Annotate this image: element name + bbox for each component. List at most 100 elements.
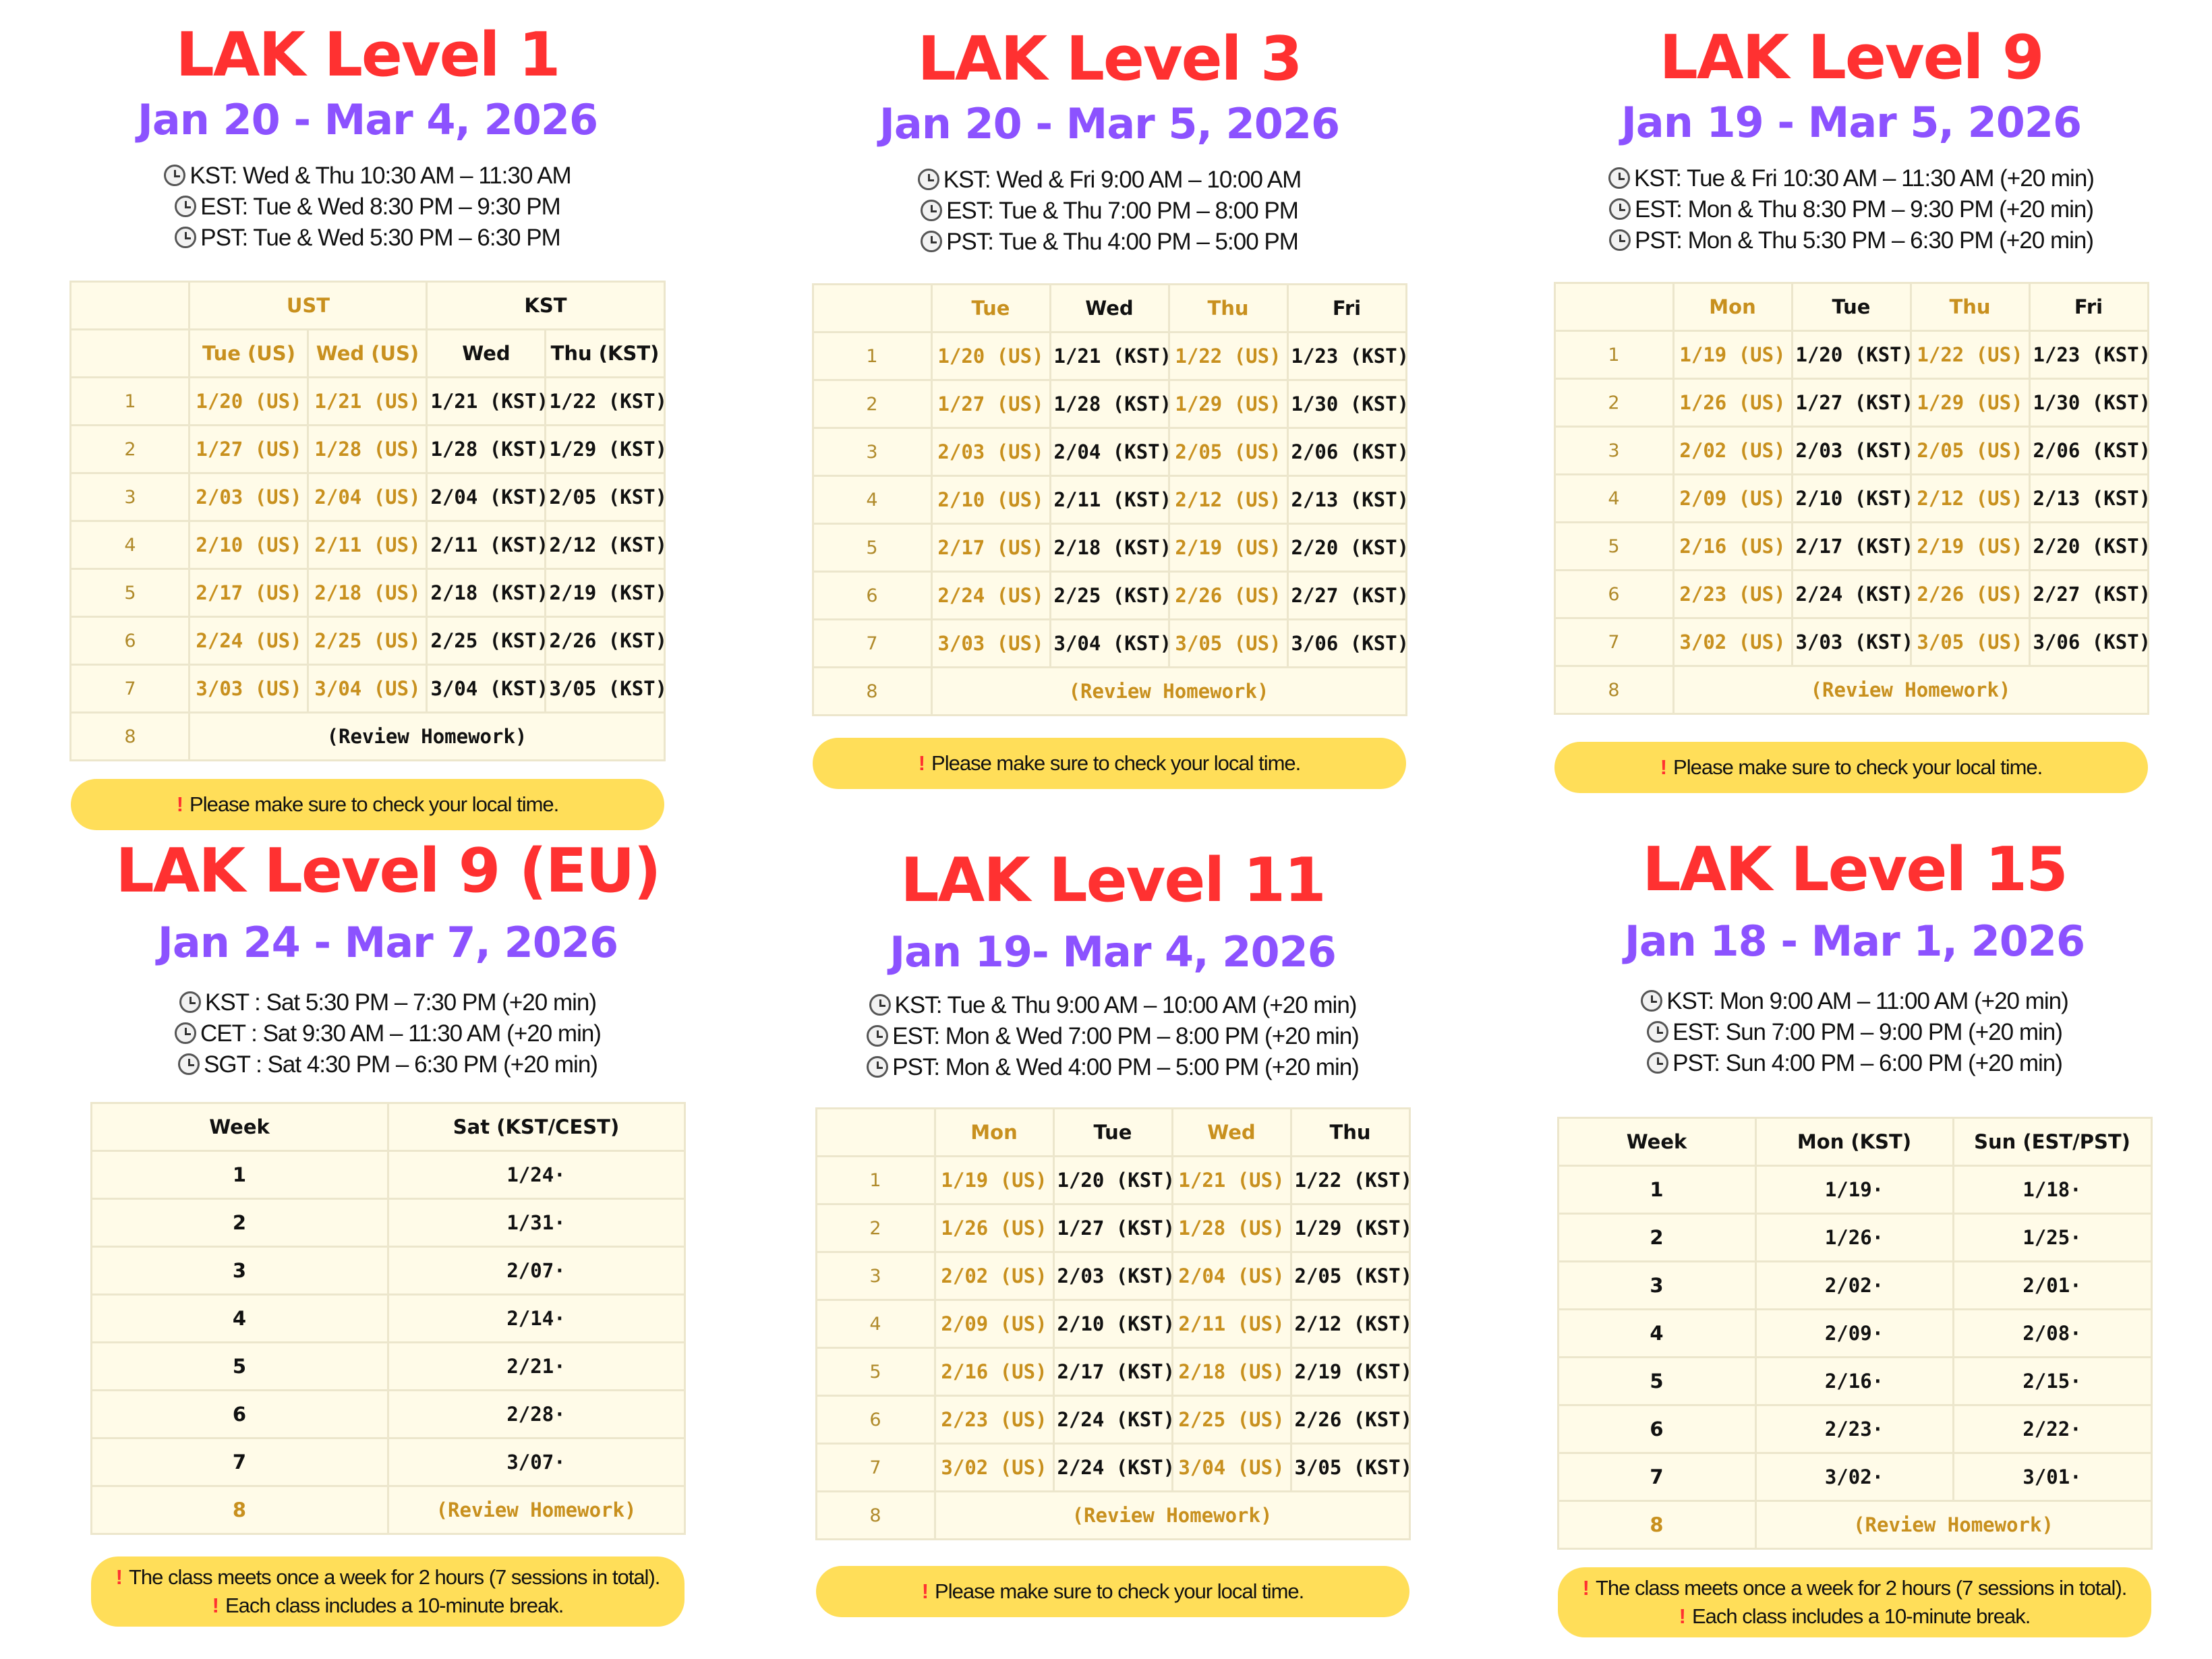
column-header: Sun (EST/PST) [1952, 1117, 2153, 1167]
date-cell: 1/20 (US) [930, 331, 1051, 381]
week-number: 4 [69, 520, 191, 570]
card-dates: Jan 19- Mar 4, 2026 [890, 927, 1337, 977]
exclamation-icon: ! [176, 792, 183, 816]
table-row: 3 2/02 (US) 2/03 (KST) 2/05 (US) 2/06 (KST) [1553, 426, 2151, 475]
column-header: Wed [426, 328, 547, 378]
date-cell: 3/02 (US) [1672, 617, 1793, 667]
clock-icon [179, 991, 201, 1013]
date-cell: 2/02 (US) [933, 1251, 1055, 1301]
date-cell: 2/18 (US) [1171, 1347, 1292, 1397]
date-cell: 1/27 (US) [930, 379, 1051, 429]
date-cell: 2/10 (KST) [1791, 473, 1913, 523]
card-title: LAK Level 3 [917, 24, 1303, 94]
date-cell: 1/23 (KST) [1286, 331, 1409, 381]
review-row: 8 (Review Homework) [69, 711, 666, 761]
schedule-card-level-9: LAK Level 9 Jan 19 - Mar 5, 2026 KST: Tu… [1484, 24, 2212, 793]
schedule-table: Mon Tue Wed Thu 1 1/19 (US) 1/20 (KST) 1/21… [815, 1107, 1412, 1540]
date-cell: 2/19 (KST) [544, 568, 667, 618]
week-number: 2 [1553, 378, 1675, 428]
week-number: 2 [1556, 1213, 1757, 1262]
table-row: 5 2/17 (US) 2/18 (KST) 2/19 (US) 2/20 (KST) [811, 523, 1409, 573]
date-cell: 1/22 (US) [1167, 331, 1289, 381]
date-cell: 1/29 (US) [1167, 379, 1289, 429]
date-cell: 1/20 (KST) [1791, 330, 1913, 380]
date-cell: 2/25 (US) [307, 616, 428, 666]
group-header-kst: KST [426, 281, 666, 330]
date-cell: 2/20 (KST) [1286, 523, 1409, 573]
date-cell: 2/08· [1952, 1308, 2153, 1358]
week-number: 5 [815, 1347, 936, 1397]
exclamation-icon: ! [1660, 755, 1667, 779]
date-cell: 2/09 (US) [933, 1299, 1055, 1349]
date-cell: 1/30 (KST) [2028, 378, 2151, 428]
table-row: 7 3/03 (US) 3/04 (US) 3/04 (KST) 3/05 (KST) [69, 664, 667, 714]
date-cell: 1/22 (KST) [1289, 1155, 1412, 1205]
date-cell: 3/05 (KST) [1289, 1443, 1412, 1492]
date-cell: 2/04 (KST) [1049, 427, 1171, 477]
clock-icon [1647, 1052, 1669, 1074]
date-cell: 2/12 (KST) [1289, 1299, 1412, 1349]
review-row: 8 (Review Homework) [90, 1485, 686, 1535]
card-dates: Jan 20 - Mar 4, 2026 [137, 95, 598, 144]
clock-icon [1608, 167, 1631, 189]
date-cell: 2/16 (US) [1672, 521, 1793, 571]
date-cell: 3/03 (KST) [1791, 617, 1913, 667]
table-corner [69, 328, 191, 378]
review-row: 8 (Review Homework) [1556, 1500, 2153, 1550]
date-cell: 2/02· [1754, 1260, 1954, 1310]
date-cell: 2/19 (US) [1167, 523, 1289, 573]
week-number: 1 [90, 1150, 389, 1200]
week-number: 4 [1556, 1308, 1757, 1358]
table-corner [811, 283, 933, 333]
column-header: Mon (KST) [1754, 1117, 1954, 1167]
column-header: Thu [1289, 1107, 1411, 1157]
week-number: 3 [1556, 1260, 1757, 1310]
table-row: 2 1/27 (US) 1/28 (US) 1/28 (KST) 1/29 (KST) [69, 424, 667, 474]
date-cell: 3/02 (US) [933, 1443, 1055, 1492]
column-header: Mon [933, 1107, 1055, 1157]
date-cell: 2/26 (KST) [544, 616, 667, 666]
date-cell: 2/04 (US) [307, 472, 428, 522]
date-cell: 2/11 (US) [307, 520, 428, 570]
column-header: Week [90, 1102, 389, 1152]
card-dates: Jan 18 - Mar 1, 2026 [1624, 916, 2085, 966]
date-cell: 2/21· [386, 1341, 686, 1391]
date-cell: 1/22 (KST) [544, 376, 667, 426]
schedule-table: UST KST Tue (US) Wed (US) Wed Thu (KST) … [69, 281, 667, 761]
week-number: 8 [69, 711, 191, 761]
clock-icon [1608, 229, 1631, 251]
card-title: LAK Level 9 [1659, 22, 2045, 93]
schedule-card-level-3: LAK Level 3 Jan 20 - Mar 5, 2026 KST: We… [742, 26, 1477, 789]
column-header: Thu [1167, 283, 1289, 333]
date-cell: 1/21 (US) [1171, 1155, 1292, 1205]
schedule-table: Week Mon (KST) Sun (EST/PST) 1 1/19· 1/18·… [1556, 1117, 2153, 1550]
date-cell: 3/05 (KST) [544, 664, 667, 714]
date-cell: 2/23 (US) [933, 1395, 1055, 1445]
column-header: Wed (US) [307, 328, 428, 378]
date-cell: 3/04 (US) [307, 664, 428, 714]
week-number: 2 [815, 1203, 936, 1253]
column-header: Tue (US) [188, 328, 310, 378]
table-row: 1 1/20 (US) 1/21 (US) 1/21 (KST) 1/22 (KST) [69, 376, 667, 426]
date-cell: 1/28 (KST) [1049, 379, 1171, 429]
exclamation-icon: ! [1679, 1604, 1686, 1628]
date-cell: 2/17 (KST) [1791, 521, 1913, 571]
review-homework-cell: (Review Homework) [933, 1490, 1411, 1540]
table-row: 4 2/09· 2/08· [1556, 1308, 2153, 1358]
time-line-cet: CET : Sat 9:30 AM – 11:30 AM (+20 min) [20, 1018, 755, 1049]
local-time-notice: ! Please make sure to check your local ti… [1554, 742, 2148, 793]
date-cell: 1/27 (US) [188, 424, 310, 474]
date-cell: 1/29 (US) [1909, 378, 2031, 428]
time-line-pst: PST: Mon & Thu 5:30 PM – 6:30 PM (+20 mi… [1484, 225, 2212, 256]
time-line-est: EST: Mon & Wed 7:00 PM – 8:00 PM (+20 mi… [745, 1021, 1480, 1052]
date-cell: 2/05 (KST) [544, 472, 667, 522]
column-header: Fri [1286, 283, 1407, 333]
schedule-table: Mon Tue Thu Fri 1 1/19 (US) 1/20 (KST) 1/22… [1553, 282, 2151, 715]
date-cell: 2/24 (US) [930, 571, 1051, 620]
table-row: 3 2/02· 2/01· [1556, 1260, 2153, 1310]
table-row: 6 2/23 (US) 2/24 (KST) 2/26 (US) 2/27 (KST) [1553, 569, 2151, 619]
clock-icon [178, 1053, 200, 1075]
review-homework-cell: (Review Homework) [1672, 665, 2149, 715]
class-times: KST: Tue & Fri 10:30 AM – 11:30 AM (+20 … [1484, 163, 2212, 256]
clock-icon [921, 200, 943, 221]
